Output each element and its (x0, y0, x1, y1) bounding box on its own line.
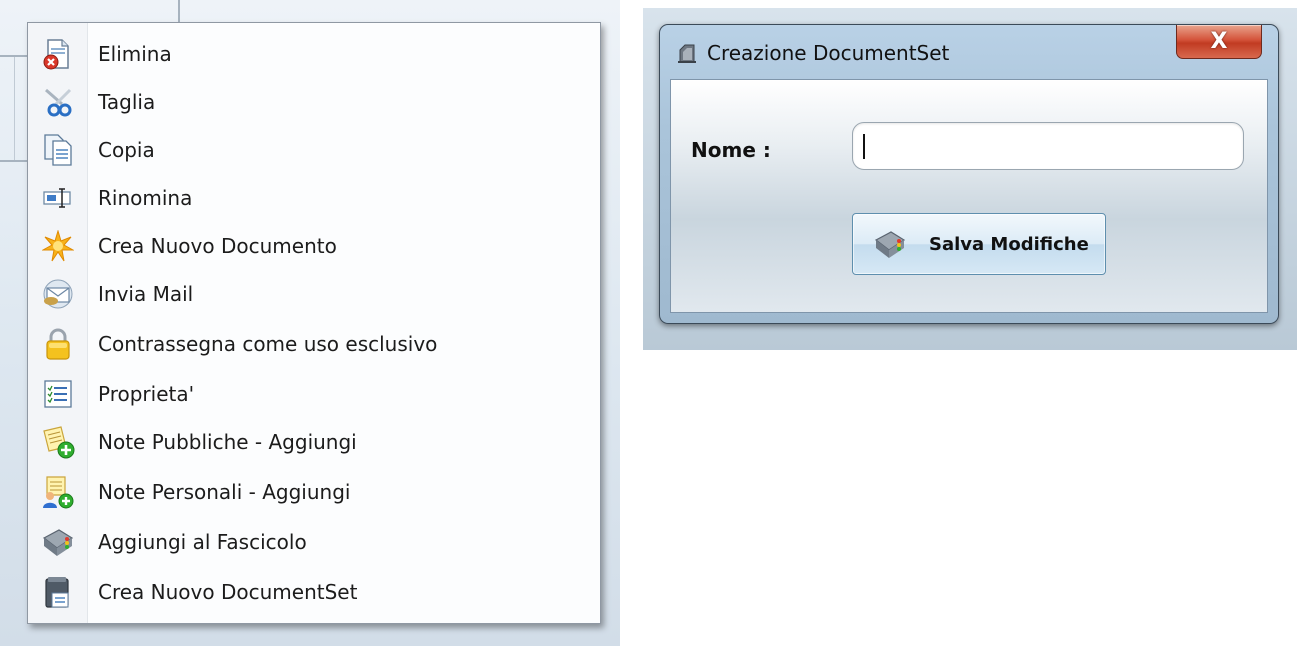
close-button[interactable]: X (1176, 25, 1262, 59)
menu-item-invia-mail[interactable]: Invia Mail (30, 271, 598, 317)
menu-item-note-personali-aggiungi[interactable]: Note Personali - Aggiungi (30, 469, 598, 515)
menu-item-contrassegna-uso-esclusivo[interactable]: Contrassegna come uso esclusivo (30, 321, 598, 367)
dialog-screenshot: Creazione DocumentSet X Nome : Salva Mod… (643, 8, 1297, 350)
menu-item-label: Contrassegna come uso esclusivo (98, 332, 438, 356)
menu-item-elimina[interactable]: Elimina (30, 31, 598, 77)
menu-item-label: Note Pubbliche - Aggiungi (98, 430, 357, 454)
public-note-add-icon (30, 419, 86, 465)
rename-icon (30, 175, 86, 221)
delete-document-icon (30, 31, 86, 77)
menu-item-aggiungi-al-fascicolo[interactable]: Aggiungi al Fascicolo (30, 519, 598, 565)
creazione-documentset-dialog: Creazione DocumentSet X Nome : Salva Mod… (659, 24, 1279, 324)
menu-item-label: Proprieta' (98, 382, 195, 406)
mail-icon (30, 271, 86, 317)
nome-label: Nome : (691, 138, 771, 162)
menu-item-crea-nuovo-documentset[interactable]: Crea Nuovo DocumentSet (30, 569, 598, 615)
new-document-star-icon (30, 223, 86, 269)
close-icon: X (1210, 29, 1228, 54)
nome-input[interactable] (852, 122, 1244, 170)
dialog-client-area: Nome : Salva Modifiche (670, 79, 1268, 313)
background-divider (14, 57, 15, 160)
personal-note-add-icon (30, 469, 86, 515)
menu-item-label: Elimina (98, 42, 172, 66)
menu-item-crea-nuovo-documento[interactable]: Crea Nuovo Documento (30, 223, 598, 269)
menu-item-label: Note Personali - Aggiungi (98, 480, 351, 504)
menu-item-label: Taglia (98, 90, 156, 114)
menu-item-rinomina[interactable]: Rinomina (30, 175, 598, 221)
lock-icon (30, 321, 86, 367)
dialog-titlebar[interactable]: Creazione DocumentSet X (660, 25, 1278, 79)
menu-item-label: Invia Mail (98, 282, 194, 306)
scissors-icon (30, 79, 86, 125)
save-button-label: Salva Modifiche (929, 233, 1089, 255)
dossier-icon (30, 519, 86, 565)
properties-icon (30, 371, 86, 417)
background-divider (178, 0, 180, 22)
background-divider (0, 160, 28, 162)
documentset-icon (30, 569, 86, 615)
menu-item-taglia[interactable]: Taglia (30, 79, 598, 125)
menu-item-label: Crea Nuovo DocumentSet (98, 580, 358, 604)
menu-item-copia[interactable]: Copia (30, 127, 598, 173)
documentset-window-icon (676, 42, 698, 64)
menu-item-note-pubbliche-aggiungi[interactable]: Note Pubbliche - Aggiungi (30, 419, 598, 465)
salva-modifiche-button[interactable]: Salva Modifiche (852, 213, 1106, 275)
menu-item-label: Crea Nuovo Documento (98, 234, 337, 258)
context-menu-screenshot: Elimina Taglia Copia Rinomina Crea Nuovo… (0, 0, 620, 646)
dossier-icon (873, 228, 907, 260)
menu-item-proprieta[interactable]: Proprieta' (30, 371, 598, 417)
menu-item-label: Copia (98, 138, 155, 162)
menu-item-label: Rinomina (98, 186, 193, 210)
text-caret (863, 134, 865, 159)
context-menu: Elimina Taglia Copia Rinomina Crea Nuovo… (27, 22, 601, 624)
menu-item-label: Aggiungi al Fascicolo (98, 530, 307, 554)
copy-icon (30, 127, 86, 173)
dialog-title: Creazione DocumentSet (707, 41, 950, 65)
